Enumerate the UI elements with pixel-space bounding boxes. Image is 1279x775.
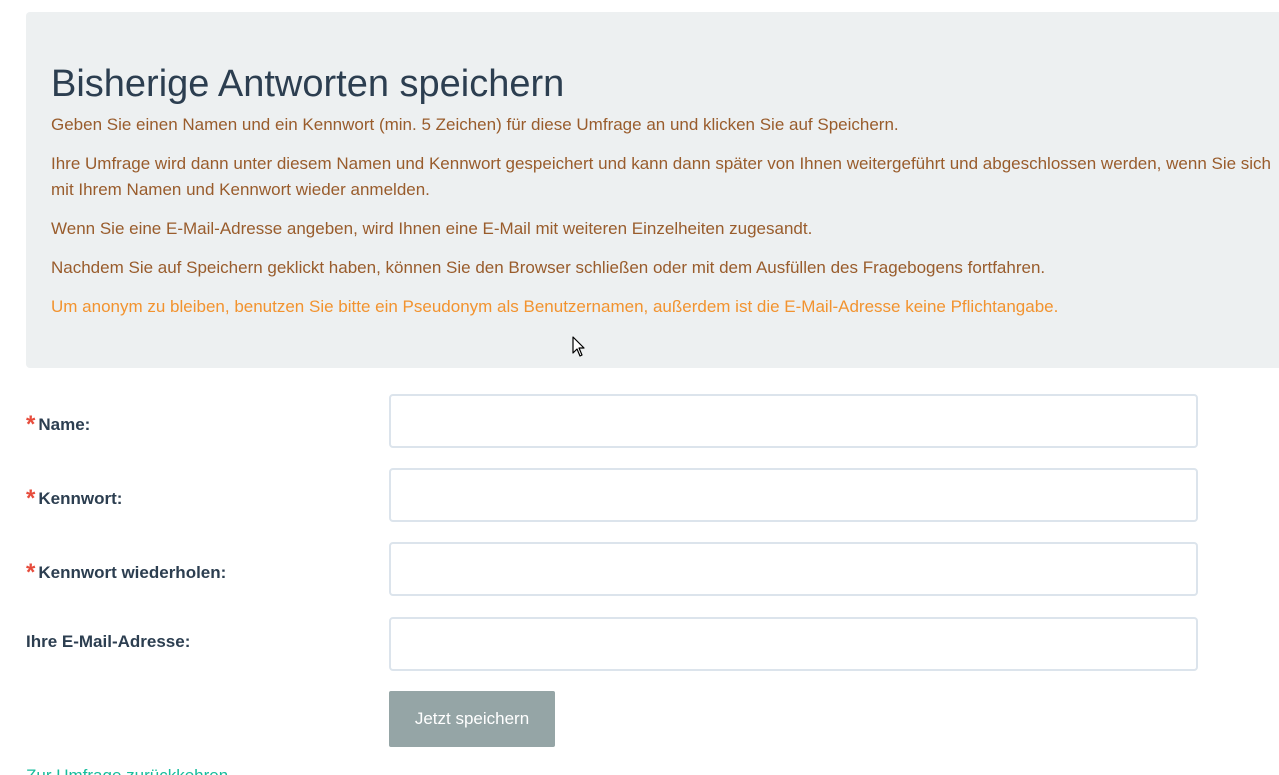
intro-text-anonymity-hint: Um anonym zu bleiben, benutzen Sie bitte… — [51, 297, 1059, 316]
form-row-password: * Kennwort: — [26, 468, 1198, 524]
name-label-text: Name: — [38, 415, 91, 434]
password-label-text: Kennwort: — [38, 489, 123, 508]
name-label: * Name: — [26, 409, 91, 438]
form-row-password-repeat: * Kennwort wiederholen: — [26, 542, 1198, 598]
required-asterisk-icon: * — [26, 559, 36, 586]
save-responses-page: Bisherige Antworten speichern Geben Sie … — [0, 0, 1279, 775]
intro-text-resume-info: Ihre Umfrage wird dann unter diesem Name… — [51, 154, 1272, 199]
page-title: Bisherige Antworten speichern — [51, 63, 565, 105]
password-repeat-label: * Kennwort wiederholen: — [26, 557, 227, 586]
name-input[interactable] — [389, 394, 1198, 448]
intro-text-email-info: Wenn Sie eine E-Mail-Adresse angeben, wi… — [51, 219, 813, 238]
password-label: * Kennwort: — [26, 483, 123, 512]
form-row-name: * Name: — [26, 394, 1198, 450]
mouse-cursor-icon — [572, 336, 585, 357]
email-label-text: Ihre E-Mail-Adresse: — [26, 632, 191, 651]
password-repeat-input[interactable] — [389, 542, 1198, 596]
intro-text-after-save: Nachdem Sie auf Speichern geklickt haben… — [51, 258, 1046, 277]
intro-panel: Bisherige Antworten speichern Geben Sie … — [26, 12, 1279, 368]
back-to-survey-link[interactable]: Zur Umfrage zurückkehren — [26, 766, 228, 775]
email-input[interactable] — [389, 617, 1198, 671]
intro-text-instructions: Geben Sie einen Namen und ein Kennwort (… — [51, 115, 899, 134]
required-asterisk-icon: * — [26, 411, 36, 438]
password-repeat-label-text: Kennwort wiederholen: — [38, 563, 227, 582]
email-label: Ihre E-Mail-Adresse: — [26, 632, 190, 652]
save-now-button[interactable]: Jetzt speichern — [389, 691, 555, 747]
required-asterisk-icon: * — [26, 485, 36, 512]
form-row-email: Ihre E-Mail-Adresse: — [26, 617, 1198, 673]
password-input[interactable] — [389, 468, 1198, 522]
